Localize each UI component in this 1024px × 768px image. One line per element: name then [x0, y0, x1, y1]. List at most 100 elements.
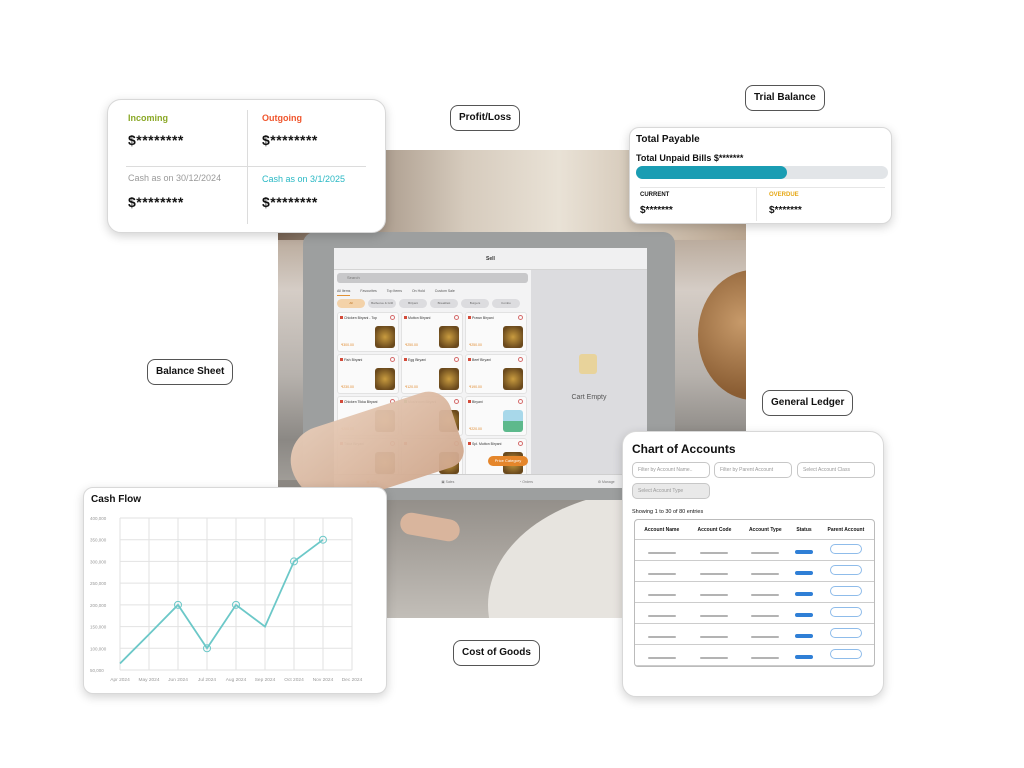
- parent-account-button[interactable]: [829, 544, 862, 554]
- favorite-icon[interactable]: [390, 315, 395, 320]
- pos-chip[interactable]: Barbecue & Grill: [368, 299, 396, 308]
- col-account-name[interactable]: Account Name: [635, 520, 689, 540]
- pos-item-card[interactable]: Fish Biryani ₹230.00: [337, 354, 399, 394]
- profit-loss-label[interactable]: Profit/Loss: [450, 105, 521, 131]
- cell-status: [790, 540, 818, 561]
- pos-tab[interactable]: Custom Sale: [435, 286, 455, 296]
- pos-chip[interactable]: Biriyani: [399, 299, 427, 308]
- pos-item-card[interactable]: Egg Biryani ₹120.00: [401, 354, 463, 394]
- pos-chip[interactable]: Combo: [492, 299, 520, 308]
- status-toggle[interactable]: [795, 550, 814, 554]
- overdue-value: $*******: [769, 205, 802, 216]
- table-row[interactable]: [635, 603, 874, 624]
- cell-name: [635, 645, 689, 666]
- col-parent-account[interactable]: Parent Account: [817, 520, 874, 540]
- favorite-icon[interactable]: [518, 357, 523, 362]
- item-name: Biryani: [472, 400, 483, 404]
- table-row[interactable]: [635, 645, 874, 666]
- table-row[interactable]: [635, 540, 874, 561]
- outgoing-label: Outgoing: [262, 113, 302, 123]
- item-price: ₹120.00: [405, 385, 418, 389]
- accounts-title: Chart of Accounts: [632, 442, 736, 456]
- item-name: Chicken Tikka Biryani: [344, 400, 378, 404]
- price-category-button[interactable]: Price Category: [488, 456, 528, 466]
- pos-item-card[interactable]: Biryani ₹220.00: [465, 396, 527, 436]
- parent-account-button[interactable]: [829, 565, 862, 575]
- pos-item-card[interactable]: Mutton Biryani ₹250.00: [401, 312, 463, 352]
- item-price: ₹250.00: [405, 343, 418, 347]
- divider: [640, 187, 885, 188]
- filter-parent-account[interactable]: Filter by Parent Account: [714, 462, 792, 478]
- col-account-type[interactable]: Account Type: [740, 520, 791, 540]
- parent-account-button[interactable]: [829, 628, 862, 638]
- pos-item-card[interactable]: Chicken Biryani - Top ₹300.00: [337, 312, 399, 352]
- general-ledger-label[interactable]: General Ledger: [762, 390, 854, 416]
- pos-item-card[interactable]: Beef Biryani ₹190.00: [465, 354, 527, 394]
- select-account-class[interactable]: Select Account Class: [797, 462, 875, 478]
- item-image: [503, 410, 523, 432]
- y-tick-label: 200,000: [90, 603, 107, 608]
- parent-account-button[interactable]: [829, 649, 862, 659]
- table-row[interactable]: [635, 582, 874, 603]
- cell-type: [740, 624, 791, 645]
- divider: [756, 188, 757, 221]
- select-account-type[interactable]: Select Account Type: [632, 483, 710, 499]
- favorite-icon[interactable]: [518, 399, 523, 404]
- status-toggle[interactable]: [795, 571, 814, 575]
- nav-label: Orders: [522, 479, 533, 484]
- pos-search-input[interactable]: Search: [337, 273, 528, 283]
- food-type-icon: [468, 400, 471, 403]
- favorite-icon[interactable]: [454, 315, 459, 320]
- cart-empty-label: Cart Empty: [571, 394, 607, 401]
- pos-chip[interactable]: Burgers: [461, 299, 489, 308]
- pos-tab[interactable]: Top Items: [387, 286, 402, 296]
- status-toggle[interactable]: [795, 655, 814, 659]
- item-price: ₹190.00: [469, 385, 482, 389]
- cash-summary-card: Incoming $******** Outgoing $******** Ca…: [107, 99, 386, 233]
- item-image: [439, 368, 459, 390]
- favorite-icon[interactable]: [390, 357, 395, 362]
- food-type-icon: [468, 358, 471, 361]
- pos-chip[interactable]: All: [337, 299, 365, 308]
- favorite-icon[interactable]: [518, 315, 523, 320]
- item-image: [375, 326, 395, 348]
- x-tick-label: Aug 2024: [226, 677, 247, 683]
- col-account-code[interactable]: Account Code: [688, 520, 741, 540]
- parent-account-button[interactable]: [829, 586, 862, 596]
- cell-parent: [817, 624, 874, 645]
- pos-item-card[interactable]: Prawn Biryani ₹250.00: [465, 312, 527, 352]
- favorite-icon[interactable]: [454, 357, 459, 362]
- payable-card: Total Payable Total Unpaid Bills $******…: [629, 127, 892, 224]
- nav-orders[interactable]: ◔ Orders: [519, 480, 533, 484]
- pos-tab[interactable]: All Items: [337, 286, 351, 296]
- balance-sheet-label[interactable]: Balance Sheet: [147, 359, 234, 385]
- y-tick-label: 50,000: [90, 668, 104, 673]
- pos-tab[interactable]: Favourites: [360, 286, 376, 296]
- trial-balance-label[interactable]: Trial Balance: [745, 85, 825, 111]
- parent-account-button[interactable]: [829, 607, 862, 617]
- cell-code: [688, 624, 741, 645]
- favorite-icon[interactable]: [454, 399, 459, 404]
- cost-of-goods-label[interactable]: Cost of Goods: [453, 640, 540, 666]
- filter-account-name[interactable]: Filter by Account Name..: [632, 462, 710, 478]
- status-toggle[interactable]: [795, 613, 814, 617]
- pos-tab[interactable]: On Hold: [412, 286, 425, 296]
- status-toggle[interactable]: [795, 634, 814, 638]
- table-row[interactable]: [635, 561, 874, 582]
- status-toggle[interactable]: [795, 592, 814, 596]
- table-row[interactable]: [635, 624, 874, 645]
- nav-sales[interactable]: ▣ Sales: [441, 480, 454, 484]
- favorite-icon[interactable]: [518, 441, 523, 446]
- y-tick-label: 100,000: [90, 646, 107, 651]
- y-tick-label: 400,000: [90, 516, 107, 521]
- pos-chip[interactable]: Breakfast: [430, 299, 458, 308]
- cell-type: [740, 561, 791, 582]
- col-status[interactable]: Status: [790, 520, 818, 540]
- current-value: $*******: [640, 205, 673, 216]
- cell-parent: [817, 645, 874, 666]
- nav-manage[interactable]: ⚙ Manage: [598, 480, 615, 484]
- y-tick-label: 250,000: [90, 581, 107, 586]
- food-type-icon: [468, 442, 471, 445]
- cell-status: [790, 624, 818, 645]
- overdue-label: OVERDUE: [769, 192, 799, 198]
